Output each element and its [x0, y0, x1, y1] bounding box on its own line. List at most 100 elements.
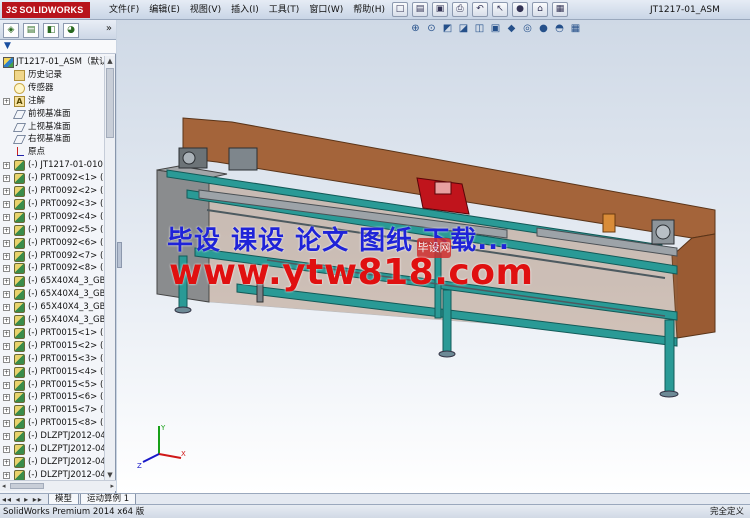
solidworks-logo[interactable]: 3S SOLIDWORKS — [2, 2, 90, 18]
feature-manager-tab[interactable]: ◈ — [3, 23, 19, 38]
expand-toggle-icon[interactable]: + — [3, 291, 10, 299]
tree-item[interactable]: + (-) PRT0015<7> ( — [0, 404, 104, 417]
hide-show-items-icon[interactable]: ◎ — [521, 22, 534, 35]
tree-item[interactable]: 原点 — [0, 146, 104, 159]
display-style-icon[interactable]: ◆ — [505, 22, 518, 35]
tree-horizontal-scrollbar[interactable]: ◂ ▸ — [0, 480, 116, 491]
expand-toggle-icon[interactable]: + — [3, 97, 10, 105]
expand-toggle-icon[interactable]: + — [3, 200, 10, 208]
property-manager-tab[interactable]: ▤ — [23, 23, 39, 38]
configuration-manager-tab[interactable]: ◧ — [43, 23, 59, 38]
tree-item[interactable]: + (-) PRT0015<5> ( — [0, 379, 104, 392]
tree-item[interactable]: 右视基准面 — [0, 133, 104, 146]
view-settings-icon[interactable]: ▦ — [569, 22, 582, 35]
tree-item[interactable]: + (-) PRT0015<6> ( — [0, 391, 104, 404]
open-folder-icon[interactable]: ▤ — [412, 2, 428, 17]
rebuild-icon[interactable]: ⌂ — [532, 2, 548, 17]
expand-toggle-icon[interactable]: + — [3, 446, 10, 453]
tree-item[interactable]: + (-) PRT0092<8> ( — [0, 262, 104, 275]
expand-toggle-icon[interactable]: + — [3, 213, 10, 221]
traffic-light-icon[interactable]: ● — [512, 2, 528, 17]
zoom-area-icon[interactable]: ⊙ — [425, 22, 438, 35]
scroll-down-icon[interactable]: ▼ — [106, 470, 114, 480]
dynamic-annotation-icon[interactable]: ◫ — [473, 22, 486, 35]
expand-toggle-icon[interactable]: + — [3, 265, 10, 273]
menu-item-6[interactable]: 帮助(H) — [348, 0, 390, 20]
panel-collapse-handle[interactable] — [117, 242, 122, 268]
save-icon[interactable]: ▣ — [432, 2, 448, 17]
tree-item[interactable]: + (-) DLZPTJ2012-04 — [0, 469, 104, 480]
menu-item-3[interactable]: 插入(I) — [226, 0, 264, 20]
more-tabs-icon[interactable]: » — [106, 23, 112, 34]
expand-toggle-icon[interactable]: + — [3, 175, 10, 183]
tree-item[interactable]: + (-) PRT0092<3> ( — [0, 198, 104, 211]
expand-toggle-icon[interactable]: + — [3, 162, 10, 170]
tree-item[interactable]: 历史记录 — [0, 69, 104, 82]
menu-item-4[interactable]: 工具(T) — [264, 0, 305, 20]
expand-toggle-icon[interactable]: + — [3, 188, 10, 195]
expand-toggle-icon[interactable]: + — [3, 329, 10, 337]
tree-item[interactable]: + (-) PRT0092<5> ( — [0, 224, 104, 237]
undo-icon[interactable]: ↶ — [472, 2, 488, 17]
expand-toggle-icon[interactable]: + — [3, 355, 10, 363]
tree-item[interactable]: + (-) DLZPTJ2012-04 — [0, 456, 104, 469]
tree-item[interactable]: + (-) PRT0092<6> ( — [0, 237, 104, 250]
previous-view-icon[interactable]: ◩ — [441, 22, 454, 35]
menu-item-0[interactable]: 文件(F) — [104, 0, 144, 20]
new-document-icon[interactable]: □ — [392, 2, 408, 17]
apply-scene-icon[interactable]: ◓ — [553, 22, 566, 35]
expand-toggle-icon[interactable]: + — [3, 342, 10, 350]
tree-item[interactable]: + (-) PRT0015<1> ( — [0, 327, 104, 340]
graphics-area[interactable]: ⊕ ⊙ ◩ ◪ ◫ ▣ ◆ ◎ ● ◓ ▦ 毕设 课设 论文 图纸 下载... 毕设网 www.yt… — [117, 20, 750, 493]
appearance-tab[interactable]: ◕ — [63, 23, 79, 38]
tree-item[interactable]: + (-) PRT0092<2> ( — [0, 185, 104, 198]
expand-toggle-icon[interactable]: + — [3, 226, 10, 234]
menu-item-5[interactable]: 窗口(W) — [304, 0, 348, 20]
tree-item[interactable]: + (-) PRT0015<3> ( — [0, 353, 104, 366]
tree-item[interactable]: + (-) 65X40X4_3_GB — [0, 301, 104, 314]
tree-item[interactable]: + (-) DLZPTJ2012-04 — [0, 443, 104, 456]
filter-icon[interactable]: ▼ — [4, 41, 11, 51]
expand-toggle-icon[interactable]: + — [3, 458, 10, 466]
menu-item-1[interactable]: 编辑(E) — [144, 0, 185, 20]
view-orientation-icon[interactable]: ▣ — [489, 22, 502, 35]
tree-item[interactable]: + (-) PRT0092<4> ( — [0, 211, 104, 224]
scroll-thumb[interactable] — [106, 68, 114, 138]
expand-toggle-icon[interactable]: + — [3, 381, 10, 389]
expand-toggle-icon[interactable]: + — [3, 252, 10, 260]
tree-item[interactable]: + (-) PRT0092<1> ( — [0, 172, 104, 185]
edit-appearance-icon[interactable]: ● — [537, 22, 550, 35]
expand-toggle-icon[interactable]: + — [3, 471, 10, 479]
expand-toggle-icon[interactable]: + — [3, 278, 10, 286]
print-icon[interactable]: ⎙ — [452, 2, 468, 17]
tree-item[interactable]: 传感器 — [0, 82, 104, 95]
expand-toggle-icon[interactable]: + — [3, 433, 10, 441]
expand-toggle-icon[interactable]: + — [3, 317, 10, 324]
select-pointer-icon[interactable]: ↖ — [492, 2, 508, 17]
h-scroll-thumb[interactable] — [10, 483, 44, 489]
expand-toggle-icon[interactable]: + — [3, 368, 10, 376]
filter-bar[interactable]: ▼ — [0, 40, 116, 54]
expand-toggle-icon[interactable]: + — [3, 239, 10, 247]
tree-item[interactable]: + (-) PRT0015<2> ( — [0, 340, 104, 353]
tree-item[interactable]: + (-) PRT0092<7> ( — [0, 250, 104, 263]
tree-item[interactable]: + (-) PRT0015<4> ( — [0, 366, 104, 379]
expand-toggle-icon[interactable]: + — [3, 420, 10, 428]
tree-item[interactable]: + A 注解 — [0, 95, 104, 108]
tree-item[interactable]: + (-) 65X40X4_3_GB — [0, 288, 104, 301]
tree-item[interactable]: + (-) 65X40X4_3_GB — [0, 275, 104, 288]
expand-toggle-icon[interactable]: + — [3, 304, 10, 312]
menu-item-2[interactable]: 视图(V) — [185, 0, 226, 20]
tree-item[interactable]: JT1217-01_ASM（默认 — [0, 56, 104, 69]
scroll-up-icon[interactable]: ▲ — [106, 56, 114, 66]
section-view-icon[interactable]: ◪ — [457, 22, 470, 35]
zoom-to-fit-icon[interactable]: ⊕ — [409, 22, 422, 35]
tree-vertical-scrollbar[interactable]: ▲ ▼ — [104, 56, 115, 480]
scroll-right-icon[interactable]: ▸ — [110, 481, 114, 492]
tree-item[interactable]: 上视基准面 — [0, 121, 104, 134]
tree-item[interactable]: + (-) PRT0015<8> ( — [0, 417, 104, 430]
tree-item[interactable]: + (-) JT1217-01-010 — [0, 159, 104, 172]
options-icon[interactable]: ▦ — [552, 2, 568, 17]
expand-toggle-icon[interactable]: + — [3, 407, 10, 415]
tree-item[interactable]: + (-) DLZPTJ2012-04 — [0, 430, 104, 443]
